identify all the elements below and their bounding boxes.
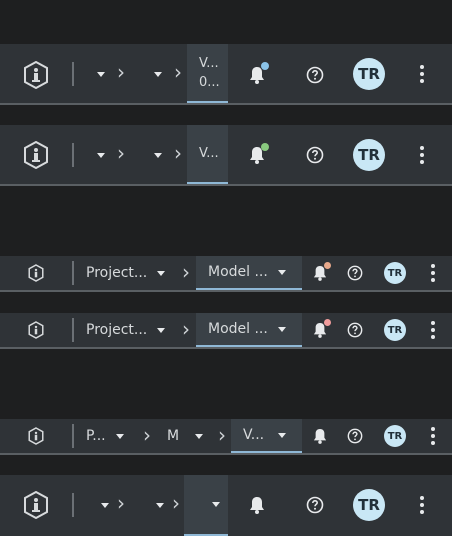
info-logo-icon[interactable]	[22, 491, 50, 519]
avatar[interactable]: TR	[353, 489, 385, 521]
toolbar-4: Project... › Model ... TR	[0, 313, 452, 349]
info-logo-icon[interactable]	[27, 264, 45, 282]
notification-dot	[324, 262, 331, 269]
info-logo-icon[interactable]	[27, 321, 45, 339]
chevron-right-icon: ›	[182, 260, 190, 284]
caret-down-icon	[97, 152, 105, 158]
help-icon[interactable]	[346, 321, 364, 339]
bell-icon[interactable]	[246, 494, 268, 516]
avatar-initials: TR	[358, 146, 380, 164]
divider	[72, 261, 74, 285]
toolbar-3: Project... › Model ... TR	[0, 256, 452, 292]
version-label: V...	[243, 427, 265, 443]
version-dropdown-active[interactable]	[184, 475, 228, 536]
caret-down-icon	[101, 502, 109, 508]
version-label: V...	[199, 146, 219, 161]
toolbar-5: P... › M › V... TR	[0, 419, 452, 455]
kebab-menu-icon[interactable]	[426, 262, 440, 284]
model-dropdown[interactable]: M	[167, 427, 207, 445]
model-label: Model ...	[208, 264, 268, 280]
chevron-right-icon: ›	[117, 491, 125, 515]
avatar-initials: TR	[358, 496, 380, 514]
notification-dot	[324, 319, 331, 326]
version-label-line1: V...	[199, 55, 219, 71]
model-dropdown[interactable]	[154, 147, 162, 163]
version-label-line2: 0...	[199, 74, 220, 90]
project-label: P...	[86, 428, 106, 444]
info-logo-icon[interactable]	[22, 61, 50, 89]
caret-down-icon	[156, 502, 164, 508]
avatar[interactable]: TR	[353, 58, 385, 90]
caret-down-icon	[277, 326, 286, 332]
caret-down-icon	[154, 71, 162, 77]
project-dropdown[interactable]: P...	[86, 427, 130, 445]
kebab-menu-icon[interactable]	[414, 493, 430, 517]
avatar-initials: TR	[387, 267, 403, 279]
divider	[72, 318, 74, 342]
kebab-menu-icon[interactable]	[414, 62, 430, 86]
model-dropdown-active[interactable]: Model ...	[196, 313, 302, 347]
project-dropdown[interactable]: Project...	[86, 264, 172, 282]
model-label: M	[167, 428, 180, 444]
notification-dot	[261, 143, 269, 151]
chevron-right-icon: ›	[172, 491, 180, 515]
caret-down-icon	[97, 71, 105, 77]
divider	[72, 424, 74, 448]
chevron-right-icon: ›	[218, 423, 226, 447]
project-dropdown[interactable]: Project...	[86, 321, 172, 339]
caret-down-icon	[115, 433, 124, 439]
project-dropdown[interactable]	[101, 497, 109, 513]
toolbar-2: › › V... TR	[0, 125, 452, 186]
avatar[interactable]: TR	[353, 139, 385, 171]
help-icon[interactable]	[346, 427, 364, 445]
chevron-right-icon: ›	[174, 60, 182, 84]
caret-down-icon	[277, 269, 286, 275]
project-label: Project...	[86, 322, 148, 338]
caret-down-icon	[154, 152, 162, 158]
caret-down-icon	[157, 270, 166, 276]
info-logo-icon[interactable]	[27, 427, 45, 445]
caret-down-icon	[212, 502, 220, 507]
help-icon[interactable]	[303, 493, 327, 517]
toolbar-1: › › V... 0... TR	[0, 44, 452, 105]
avatar[interactable]: TR	[384, 319, 406, 341]
help-icon[interactable]	[303, 143, 327, 167]
model-label: Model ...	[208, 321, 268, 337]
kebab-menu-icon[interactable]	[426, 319, 440, 341]
help-icon[interactable]	[303, 63, 327, 87]
avatar-initials: TR	[387, 324, 403, 336]
avatar[interactable]: TR	[384, 425, 406, 447]
notification-dot	[261, 62, 269, 70]
caret-down-icon	[278, 432, 287, 438]
project-label: Project...	[86, 265, 148, 281]
chevron-right-icon: ›	[117, 60, 125, 84]
version-dropdown-active[interactable]: V...	[187, 125, 228, 184]
help-icon[interactable]	[346, 264, 364, 282]
avatar-initials: TR	[387, 430, 403, 442]
kebab-menu-icon[interactable]	[426, 425, 440, 447]
divider	[72, 143, 74, 167]
chevron-right-icon: ›	[182, 317, 190, 341]
avatar[interactable]: TR	[384, 262, 406, 284]
version-dropdown-active[interactable]: V...	[231, 419, 302, 453]
toolbar-6: › › TR	[0, 475, 452, 536]
chevron-right-icon: ›	[117, 141, 125, 165]
model-dropdown[interactable]	[154, 66, 162, 82]
caret-down-icon	[195, 433, 204, 439]
divider	[72, 62, 74, 86]
model-dropdown[interactable]	[156, 497, 164, 513]
version-dropdown-active[interactable]: V... 0...	[187, 44, 228, 103]
divider	[72, 493, 74, 517]
project-dropdown[interactable]	[97, 147, 105, 163]
bell-icon[interactable]	[311, 427, 329, 445]
kebab-menu-icon[interactable]	[414, 143, 430, 167]
model-dropdown-active[interactable]: Model ...	[196, 256, 302, 290]
chevron-right-icon: ›	[143, 423, 151, 447]
avatar-initials: TR	[358, 65, 380, 83]
info-logo-icon[interactable]	[22, 141, 50, 169]
chevron-right-icon: ›	[174, 141, 182, 165]
caret-down-icon	[157, 327, 166, 333]
project-dropdown[interactable]	[97, 66, 105, 82]
